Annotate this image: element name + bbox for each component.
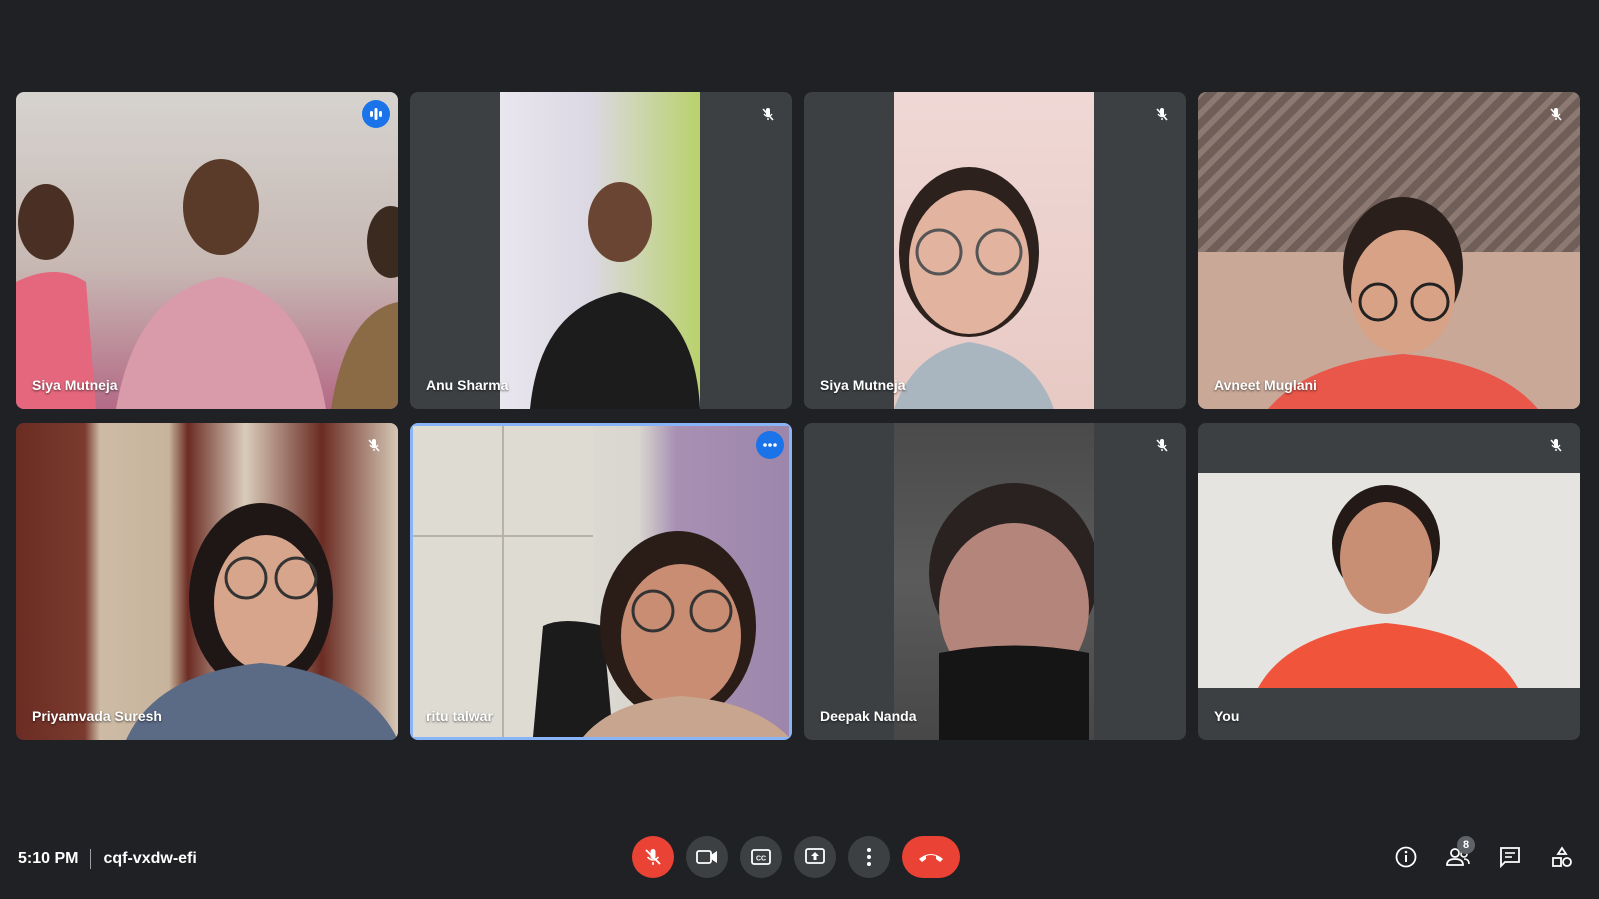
mic-off-icon [1150,102,1174,126]
meeting-code[interactable]: cqf-vxdw-efi [103,850,196,868]
participant-tile[interactable]: ritu talwar [410,423,792,740]
mic-off-icon [1544,433,1568,457]
more-options-icon [867,848,871,866]
more-options-button[interactable] [848,836,890,878]
meeting-info: 5:10 PM cqf-vxdw-efi [18,839,197,879]
end-call-icon [919,854,943,862]
end-call-button[interactable] [902,836,960,878]
chat-icon [1500,847,1520,868]
participant-tile[interactable]: Deepak Nanda [804,423,1186,740]
captions-button[interactable]: CC [740,836,782,878]
participant-video [16,423,398,740]
chat-button[interactable] [1493,836,1527,878]
participant-video [16,92,398,409]
present-icon [805,848,825,864]
camera-toggle-button[interactable] [686,836,728,878]
participant-tile[interactable]: You [1198,423,1580,740]
participant-video [500,92,700,409]
call-controls: CC [632,836,960,878]
mic-off-icon [645,849,661,865]
participant-tile[interactable]: Siya Mutneja [16,92,398,409]
mic-off-icon [1150,433,1174,457]
participant-tile[interactable]: Anu Sharma [410,92,792,409]
participant-video [1198,473,1580,688]
people-button[interactable]: 8 [1441,836,1475,878]
video-grid: Siya Mutneja Anu Sharma Siya Mutneja Avn… [16,92,1584,742]
participant-count-badge: 8 [1457,836,1475,854]
participant-name: You [1214,708,1240,724]
mic-off-icon [1544,102,1568,126]
activities-button[interactable] [1545,836,1579,878]
participant-name: Priyamvada Suresh [32,708,162,724]
participant-name: Avneet Muglani [1214,377,1317,393]
mic-toggle-button[interactable] [632,836,674,878]
mic-off-icon [756,102,780,126]
activities-icon [1552,846,1572,867]
svg-text:CC: CC [756,856,766,863]
participant-tile[interactable]: Avneet Muglani [1198,92,1580,409]
mic-off-icon [362,433,386,457]
captions-icon: CC [751,849,771,865]
side-panel-controls: 8 [1389,836,1579,878]
participant-video [1198,92,1580,409]
participant-name: ritu talwar [426,708,493,724]
meeting-toolbar: 5:10 PM cqf-vxdw-efi CC 8 [0,819,1599,899]
speaking-indicator-icon [362,100,390,128]
present-screen-button[interactable] [794,836,836,878]
divider [90,849,92,869]
meeting-time: 5:10 PM [18,850,79,867]
participant-name: Siya Mutneja [820,377,906,393]
camera-icon [696,850,717,864]
participant-video [894,92,1094,409]
meeting-details-button[interactable] [1389,836,1423,878]
participant-name: Anu Sharma [426,377,509,393]
info-icon [1395,846,1417,868]
participant-name: Deepak Nanda [820,708,917,724]
participant-name: Siya Mutneja [32,377,118,393]
participant-video [894,423,1094,740]
participant-video [413,426,789,737]
participant-tile[interactable]: Siya Mutneja [804,92,1186,409]
more-options-icon[interactable] [756,431,784,459]
participant-tile[interactable]: Priyamvada Suresh [16,423,398,740]
